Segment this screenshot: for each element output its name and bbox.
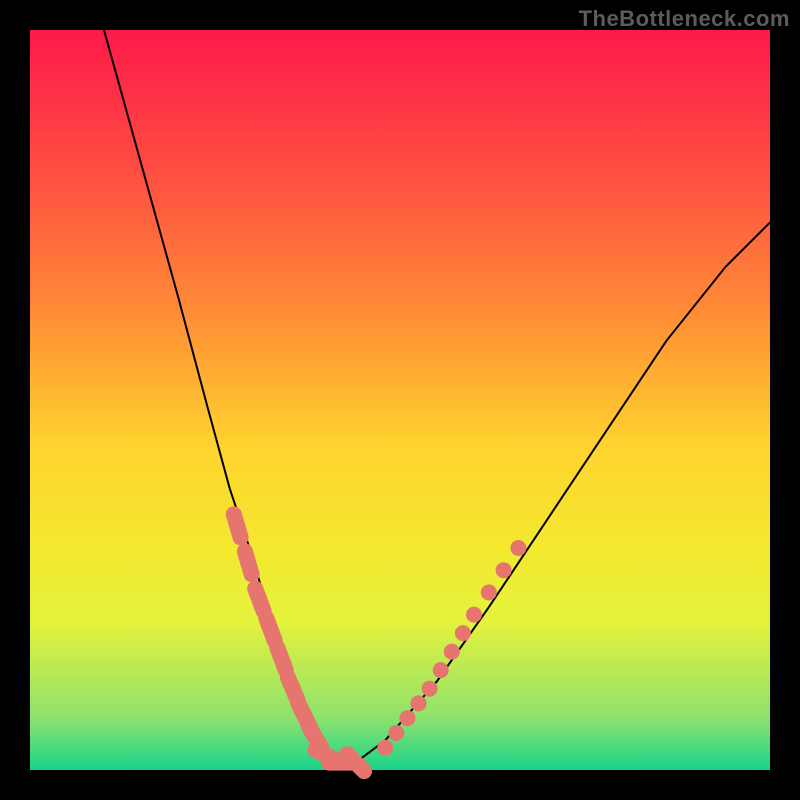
- chart-gradient-area: [30, 30, 770, 770]
- watermark: TheBottleneck.com: [579, 6, 790, 32]
